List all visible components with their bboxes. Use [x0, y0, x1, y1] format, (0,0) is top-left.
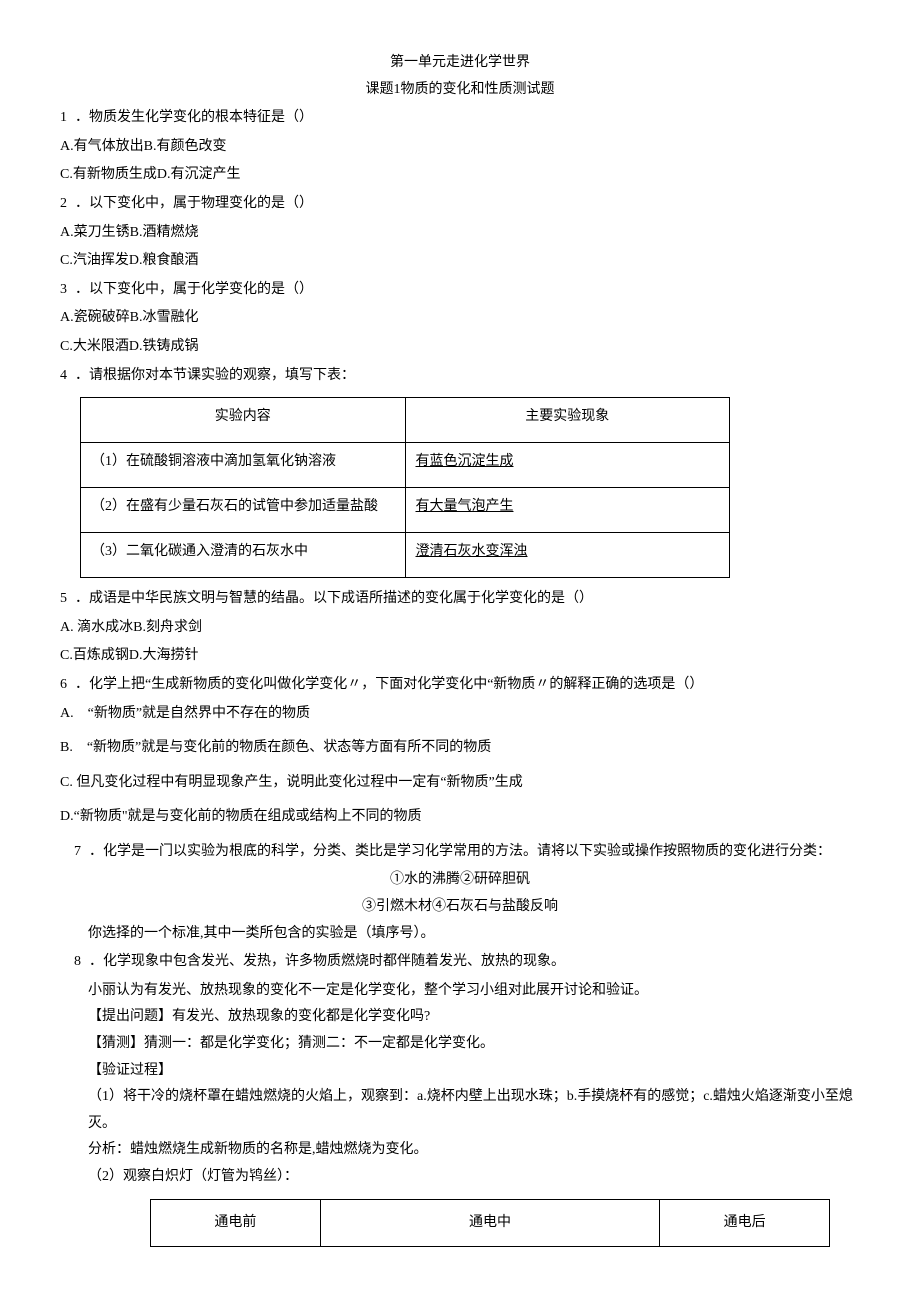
table-row: （3）二氧化碳通入澄清的石灰水中 澄清石灰水变浑浊	[81, 533, 730, 578]
th-content: 实验内容	[81, 398, 406, 443]
q6: 6 ．化学上把“生成新物质的变化叫做化学变化〃，下面对化学变化中“新物质〃的解释正…	[60, 672, 860, 699]
answer-underline: 澄清石灰水变浑浊	[416, 544, 528, 559]
q5-opt-cd: C.百炼成钢D.大海捞针	[60, 643, 860, 670]
lamp-before: 通电前	[151, 1199, 321, 1247]
q5-text: ．成语是中华民族文明与智慧的结晶。以下成语所描述的变化属于化学变化的是（）	[75, 591, 593, 606]
q3-text: ．以下变化中，属于化学变化的是（）	[75, 282, 313, 297]
lamp-after: 通电后	[660, 1199, 830, 1247]
cell-phenomenon: 有大量气泡产生	[405, 488, 730, 533]
q3-num: 3	[60, 282, 67, 297]
q8-p1: 小丽认为有发光、放热现象的变化不一定是化学变化，整个学习小组对此展开讨论和验证。	[60, 978, 860, 1005]
q6-num: 6	[60, 677, 67, 692]
lesson-title: 课题1物质的变化和性质测试题	[60, 77, 860, 104]
lamp-table: 通电前 通电中 通电后	[150, 1199, 830, 1248]
q7-items-1: ①水的沸腾②研碎胆矾	[60, 867, 860, 894]
cell-phenomenon: 澄清石灰水变浑浊	[405, 533, 730, 578]
q8-text: ．化学现象中包含发光、发热，许多物质燃烧时都伴随着发光、放热的现象。	[89, 954, 565, 969]
table-row: （2）在盛有少量石灰石的试管中参加适量盐酸 有大量气泡产生	[81, 488, 730, 533]
q8-p6: 分析：蜡烛燃烧生成新物质的名称是,蜡烛燃烧为变化。	[60, 1137, 860, 1164]
q8: 8 ．化学现象中包含发光、发热，许多物质燃烧时都伴随着发光、放热的现象。	[60, 949, 860, 976]
q6-opt-b: B. “新物质”就是与变化前的物质在颜色、状态等方面有所不同的物质	[60, 735, 860, 762]
q7-prompt: 你选择的一个标准,其中一类所包含的实验是（填序号）。	[60, 921, 860, 948]
q5: 5 ．成语是中华民族文明与智慧的结晶。以下成语所描述的变化属于化学变化的是（）	[60, 586, 860, 613]
q6-opt-c: C. 但凡变化过程中有明显现象产生，说明此变化过程中一定有“新物质”生成	[60, 770, 860, 797]
q7-items-2: ③引燃木材④石灰石与盐酸反响	[60, 894, 860, 921]
q6-opt-a: A. “新物质”就是自然界中不存在的物质	[60, 701, 860, 728]
q7: 7 ．化学是一门以实验为根底的科学，分类、类比是学习化学常用的方法。请将以下实验或…	[60, 839, 860, 866]
experiment-table: 实验内容 主要实验现象 （1）在硫酸铜溶液中滴加氢氧化钠溶液 有蓝色沉淀生成 （…	[80, 397, 730, 578]
table-row: （1）在硫酸铜溶液中滴加氢氧化钠溶液 有蓝色沉淀生成	[81, 443, 730, 488]
table-row: 通电前 通电中 通电后	[151, 1199, 830, 1247]
cell-content: （3）二氧化碳通入澄清的石灰水中	[81, 533, 406, 578]
q8-num: 8	[74, 954, 81, 969]
answer-underline: 有大量气泡产生	[416, 499, 514, 514]
cell-phenomenon: 有蓝色沉淀生成	[405, 443, 730, 488]
q2-num: 2	[60, 196, 67, 211]
q6-text: ．化学上把“生成新物质的变化叫做化学变化〃，下面对化学变化中“新物质〃的解释正确…	[75, 677, 703, 692]
q8-p7: （2）观察白炽灯（灯管为鸨丝）：	[60, 1164, 860, 1191]
q4-text: ．请根据你对本节课实验的观察，填写下表：	[75, 368, 355, 383]
q1-num: 1	[60, 110, 67, 125]
q7-text: ．化学是一门以实验为根底的科学，分类、类比是学习化学常用的方法。请将以下实验或操…	[89, 844, 831, 859]
unit-title: 第一单元走进化学世界	[60, 50, 860, 77]
answer-underline: 有蓝色沉淀生成	[416, 454, 514, 469]
q8-p4: 【验证过程】	[60, 1058, 860, 1085]
q3-opt-cd: C.大米限酒D.铁铸成锅	[60, 334, 860, 361]
q2: 2 ．以下变化中，属于物理变化的是（）	[60, 191, 860, 218]
q6-opt-d: D.“新物质"就是与变化前的物质在组成或结构上不同的物质	[60, 804, 860, 831]
q1-opt-ab: A.有气体放出B.有颜色改变	[60, 134, 860, 161]
q8-p3: 【猜测】猜测一：都是化学变化；猜测二：不一定都是化学变化。	[60, 1031, 860, 1058]
q5-num: 5	[60, 591, 67, 606]
cell-content: （2）在盛有少量石灰石的试管中参加适量盐酸	[81, 488, 406, 533]
q5-opt-ab: A. 滴水成冰B.刻舟求剑	[60, 615, 860, 642]
q8-p2: 【提出问题】有发光、放热现象的变化都是化学变化吗?	[60, 1004, 860, 1031]
q2-text: ．以下变化中，属于物理变化的是（）	[75, 196, 313, 211]
q2-opt-ab: A.菜刀生锈B.酒精燃烧	[60, 220, 860, 247]
q1-text: ．物质发生化学变化的根本特征是（）	[75, 110, 313, 125]
q1: 1 ．物质发生化学变化的根本特征是（）	[60, 105, 860, 132]
q3: 3 ．以下变化中，属于化学变化的是（）	[60, 277, 860, 304]
cell-content: （1）在硫酸铜溶液中滴加氢氧化钠溶液	[81, 443, 406, 488]
q8-p5: （1）将干冷的烧杯罩在蜡烛燃烧的火焰上，观察到：a.烧杯内壁上出现水珠；b.手摸…	[88, 1084, 860, 1137]
th-phenomenon: 主要实验现象	[405, 398, 730, 443]
table-header-row: 实验内容 主要实验现象	[81, 398, 730, 443]
q4-num: 4	[60, 368, 67, 383]
q4: 4 ．请根据你对本节课实验的观察，填写下表：	[60, 363, 860, 390]
q1-opt-cd: C.有新物质生成D.有沉淀产生	[60, 162, 860, 189]
lamp-during: 通电中	[320, 1199, 660, 1247]
q7-num: 7	[74, 844, 81, 859]
q2-opt-cd: C.汽油挥发D.粮食酿酒	[60, 248, 860, 275]
q3-opt-ab: A.瓷碗破碎B.冰雪融化	[60, 305, 860, 332]
